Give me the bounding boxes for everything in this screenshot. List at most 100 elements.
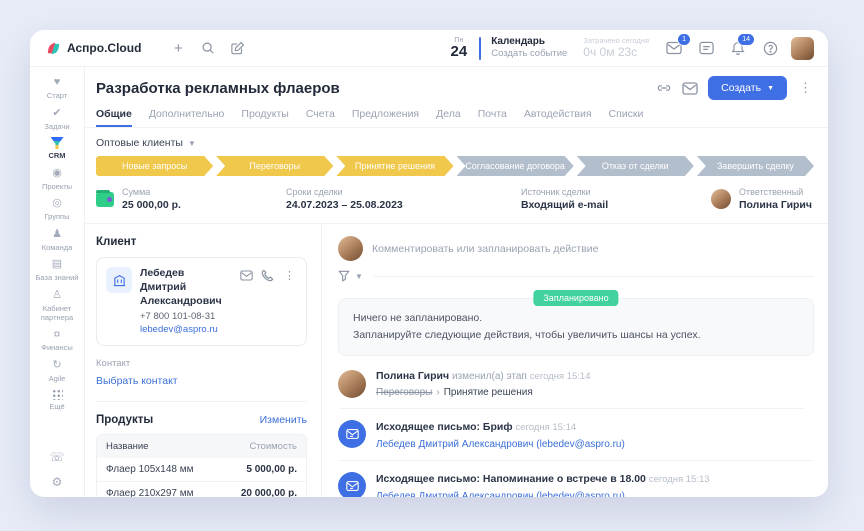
- feed-item[interactable]: Полина Гирич изменил(а) этап сегодня 15:…: [338, 358, 814, 410]
- company-icon: [106, 267, 132, 293]
- sidebar-item[interactable]: CRM: [32, 137, 82, 160]
- feed-item[interactable]: Исходящее письмо: Бриф сегодня 15:14 Леб…: [338, 409, 814, 461]
- pipeline-stage[interactable]: Завершить сделку: [697, 156, 814, 176]
- owner-value: Полина Гирич: [739, 198, 812, 212]
- sidebar-item[interactable]: Agile: [32, 359, 82, 383]
- page-title: Разработка рекламных флаеров: [96, 80, 340, 97]
- chevron-down-icon[interactable]: ▼: [355, 272, 363, 281]
- time-spent-value: 0ч 0м 23с: [583, 45, 649, 59]
- notifications-bell-icon[interactable]: 14: [727, 37, 749, 59]
- product-name: Флаер 105x148 мм: [106, 464, 246, 475]
- sidebar-item-icon: [52, 228, 62, 241]
- sidebar-item[interactable]: База знаний: [32, 258, 82, 282]
- feed-item[interactable]: Исходящее письмо: Напоминание о встрече …: [338, 461, 814, 497]
- email-icon[interactable]: [240, 269, 253, 282]
- edit-products-link[interactable]: Изменить: [260, 414, 307, 426]
- client-card[interactable]: Лебедев Дмитрий Александрович +7 800 101…: [96, 257, 307, 346]
- pipeline-stage[interactable]: Принятие решения: [336, 156, 453, 176]
- arrow-icon: ›: [436, 387, 439, 398]
- mail-icon[interactable]: 1: [663, 37, 685, 59]
- sidebar-item[interactable]: Группы: [32, 197, 82, 221]
- funnel-select[interactable]: Оптовые клиенты: [96, 137, 183, 149]
- activity-feed: ▼ Запланировано Ничего не запланировано.…: [322, 224, 828, 497]
- tab-bar: Общие Дополнительно Продукты Счета Предл…: [85, 100, 828, 128]
- table-row[interactable]: Флаер 105x148 мм 5 000,00 р.: [97, 458, 306, 481]
- sidebar-item-icon: [51, 137, 64, 149]
- sidebar-item-label: Ещё: [49, 402, 64, 411]
- comment-input[interactable]: [372, 243, 814, 255]
- client-more-icon[interactable]: ⋮: [282, 269, 297, 282]
- sidebar-item-label: Кабинет партнера: [32, 304, 82, 322]
- dates-value: 24.07.2023 – 25.08.2023: [286, 198, 403, 212]
- compose-icon[interactable]: [227, 37, 249, 59]
- products-table: Название Стоимость Флаер 105x148 мм 5 00…: [96, 434, 307, 497]
- help-icon[interactable]: [759, 37, 781, 59]
- pipeline-stage[interactable]: Отказ от сделки: [577, 156, 694, 176]
- create-event-link[interactable]: Создать событие: [491, 48, 567, 60]
- support-icon[interactable]: ☏: [49, 451, 64, 464]
- calendar-widget[interactable]: Календарь Создать событие: [491, 36, 567, 60]
- planned-empty-text: Ничего не запланировано.: [353, 310, 799, 326]
- tab[interactable]: Счета: [306, 108, 335, 127]
- user-avatar: [338, 236, 363, 261]
- send-email-icon[interactable]: [682, 82, 698, 95]
- user-avatar[interactable]: [791, 37, 814, 60]
- recipient-link[interactable]: Лебедев Дмитрий Александрович (lebedev@a…: [376, 439, 625, 450]
- tab[interactable]: Продукты: [241, 108, 288, 127]
- tab[interactable]: Общие: [96, 108, 132, 127]
- source-label: Источник сделки: [521, 186, 608, 198]
- feed-item-time: сегодня 15:14: [530, 371, 591, 382]
- tab[interactable]: Дополнительно: [149, 108, 225, 127]
- sidebar-item[interactable]: Команда: [32, 228, 82, 252]
- sum-label: Сумма: [122, 186, 181, 198]
- sidebar-item[interactable]: Кабинет партнера: [32, 289, 82, 322]
- filter-icon[interactable]: [338, 270, 350, 282]
- product-price: 5 000,00 р.: [246, 464, 297, 475]
- sidebar-item-label: Группы: [45, 212, 70, 221]
- sidebar-item-label: Agile: [49, 374, 66, 383]
- sidebar-item[interactable]: Проекты: [32, 167, 82, 191]
- time-tracker[interactable]: Затрачено сегодня 0ч 0м 23с: [583, 36, 649, 59]
- search-icon[interactable]: [197, 37, 219, 59]
- pipeline-stage[interactable]: Переговоры: [216, 156, 333, 176]
- tab[interactable]: Списки: [609, 108, 644, 127]
- phone-icon[interactable]: [261, 269, 274, 282]
- brand-icon: [46, 41, 61, 56]
- divider: [374, 276, 814, 277]
- more-menu-icon[interactable]: ⋮: [797, 80, 814, 96]
- owner-label: Ответственный: [739, 186, 812, 198]
- pipeline-stages: Новые запросы Переговоры Принятие решени…: [85, 156, 828, 176]
- tab[interactable]: Почта: [478, 108, 507, 127]
- sidebar-item[interactable]: Ещё: [32, 389, 82, 411]
- mail-recipient-line: Лебедев Дмитрий Александрович (lebedev@a…: [376, 439, 814, 450]
- tab[interactable]: Предложения: [352, 108, 419, 127]
- outgoing-mail-icon: [338, 420, 366, 448]
- create-button[interactable]: Создать▼: [708, 76, 787, 100]
- quick-add-button[interactable]: +: [167, 37, 189, 59]
- settings-gear-icon[interactable]: ⚙: [49, 476, 64, 489]
- feed-item-title: Исходящее письмо: Напоминание о встрече …: [376, 473, 646, 485]
- copy-link-icon[interactable]: [656, 81, 672, 95]
- sidebar-item[interactable]: Задачи: [32, 107, 82, 131]
- tab[interactable]: Автодействия: [524, 108, 592, 127]
- column-header-name: Название: [106, 441, 249, 452]
- notes-icon[interactable]: [695, 37, 717, 59]
- table-row[interactable]: Флаер 210x297 мм 20 000,00 р.: [97, 481, 306, 497]
- topbar: Аспро.Cloud + Пн 24 Календарь Создать со…: [30, 30, 828, 67]
- client-email-link[interactable]: lebedev@aspro.ru: [140, 324, 232, 335]
- pipeline-stage[interactable]: Согласование договора: [457, 156, 574, 176]
- sidebar-item[interactable]: Старт: [32, 76, 82, 100]
- pipeline-stage[interactable]: Новые запросы: [96, 156, 213, 176]
- feed-item-time: сегодня 15:13: [649, 474, 710, 485]
- time-spent-label: Затрачено сегодня: [583, 36, 649, 45]
- owner-avatar[interactable]: [711, 189, 731, 209]
- app-window: Аспро.Cloud + Пн 24 Календарь Создать со…: [30, 30, 828, 497]
- sidebar-item-label: CRM: [48, 151, 65, 160]
- recipient-link[interactable]: Лебедев Дмитрий Александрович (lebedev@a…: [376, 491, 625, 497]
- sidebar-item-icon: [52, 289, 62, 302]
- sidebar-item[interactable]: Финансы: [32, 328, 82, 352]
- tab[interactable]: Дела: [436, 108, 461, 127]
- date-widget[interactable]: Пн 24: [451, 37, 468, 59]
- brand-logo[interactable]: Аспро.Cloud: [46, 41, 141, 56]
- choose-contact-link[interactable]: Выбрать контакт: [96, 375, 178, 387]
